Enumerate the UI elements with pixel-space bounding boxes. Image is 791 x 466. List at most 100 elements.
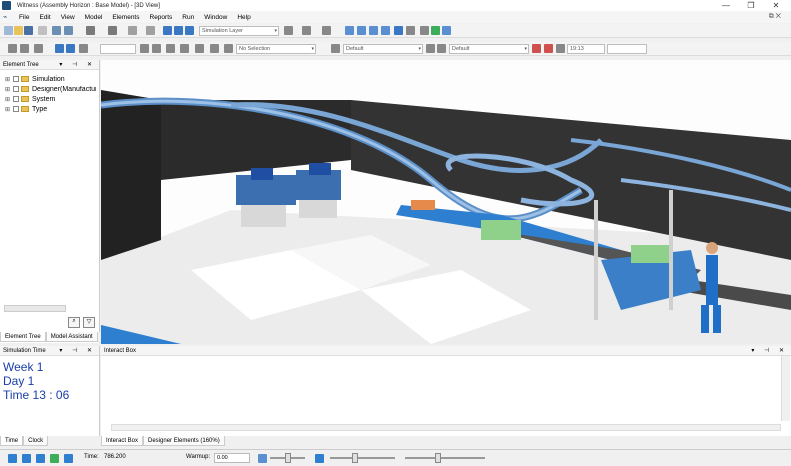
replace-icon[interactable] xyxy=(210,44,219,53)
menu-file[interactable]: File xyxy=(14,14,34,21)
group-icon[interactable] xyxy=(34,44,43,53)
zoom-fit-icon[interactable] xyxy=(369,26,378,35)
layer-select[interactable]: Simulation Layer ▾ xyxy=(199,26,279,36)
menu-help[interactable]: Help xyxy=(232,14,255,21)
panel-controls[interactable]: ▾ ⊣ ✕ xyxy=(751,346,788,356)
link-icon[interactable] xyxy=(180,44,189,53)
warmup-icon[interactable] xyxy=(258,454,267,463)
step-icon[interactable] xyxy=(36,454,45,463)
pen-icon[interactable] xyxy=(331,44,340,53)
fill-color-icon[interactable] xyxy=(146,26,155,35)
menu-run[interactable]: Run xyxy=(177,14,199,21)
run-icon[interactable] xyxy=(50,454,59,463)
copy-view-icon[interactable] xyxy=(420,26,429,35)
element-name-field[interactable] xyxy=(100,44,136,54)
text-color-icon[interactable] xyxy=(108,26,117,35)
forward-icon[interactable] xyxy=(140,44,149,53)
undo-icon[interactable] xyxy=(52,26,61,35)
arrange-icon[interactable] xyxy=(166,44,175,53)
font-icon[interactable] xyxy=(86,26,95,35)
statistics-icon[interactable] xyxy=(442,26,451,35)
lock-icon[interactable] xyxy=(284,26,293,35)
expand-icon[interactable]: ⊞ xyxy=(5,76,11,83)
find-icon[interactable] xyxy=(195,44,204,53)
reset-icon[interactable] xyxy=(8,454,17,463)
pin-icon[interactable]: ⊣ xyxy=(72,62,81,68)
cut-icon[interactable] xyxy=(38,26,47,35)
tab-designer-elements[interactable]: Designer Elements (160%) xyxy=(143,436,225,446)
menu-model[interactable]: Model xyxy=(80,14,108,21)
interact-box-content[interactable] xyxy=(101,356,781,421)
view-options-icon[interactable] xyxy=(406,26,415,35)
panel-controls[interactable]: ▾ ⊣ ✕ xyxy=(59,346,96,356)
layer-icon[interactable] xyxy=(163,26,172,35)
view-3d-icon[interactable] xyxy=(394,26,403,35)
new-icon[interactable] xyxy=(4,26,13,35)
close-panel-icon[interactable]: ✕ xyxy=(87,62,96,68)
tools-icon[interactable] xyxy=(224,44,233,53)
tree-item-simulation[interactable]: ⊞ Simulation xyxy=(0,74,99,84)
clock-icon[interactable] xyxy=(556,44,565,53)
tree-checkbox[interactable] xyxy=(13,106,19,112)
filter-icon[interactable]: ▽ xyxy=(83,317,95,328)
zoom-slider-track[interactable] xyxy=(405,457,485,459)
display-alt-icon[interactable] xyxy=(66,44,75,53)
minimize-button[interactable]: — xyxy=(715,0,737,11)
line-color-icon[interactable] xyxy=(128,26,137,35)
menu-reports[interactable]: Reports xyxy=(145,14,178,21)
walk-icon[interactable] xyxy=(315,454,324,463)
snap-icon[interactable] xyxy=(185,26,194,35)
value-field[interactable] xyxy=(607,44,647,54)
angle-icon[interactable] xyxy=(532,44,541,53)
fast-forward-icon[interactable] xyxy=(64,454,73,463)
rotate-left-icon[interactable] xyxy=(426,44,435,53)
tab-interact-box[interactable]: Interact Box xyxy=(101,436,144,446)
move-icon[interactable] xyxy=(20,44,29,53)
animation-slider-track[interactable] xyxy=(330,457,395,459)
home-icon[interactable] xyxy=(8,44,17,53)
display-icon[interactable] xyxy=(55,44,64,53)
zoom-in-icon[interactable] xyxy=(345,26,354,35)
menu-view[interactable]: View xyxy=(56,14,80,21)
tab-clock[interactable]: Clock xyxy=(23,436,49,446)
distribute-icon[interactable] xyxy=(322,26,331,35)
report-icon[interactable] xyxy=(431,26,440,35)
tree-search-icon[interactable]: ⌕ xyxy=(68,317,80,328)
expand-icon[interactable]: ⊞ xyxy=(5,106,11,113)
tree-item-type[interactable]: ⊞ Type xyxy=(0,104,99,114)
app-menu-icon[interactable]: ⌁ xyxy=(0,13,14,21)
open-icon[interactable] xyxy=(14,26,23,35)
time-field[interactable]: 19:13 xyxy=(567,44,605,54)
style-select-1[interactable]: Default ▾ xyxy=(343,44,423,54)
redo-icon[interactable] xyxy=(64,26,73,35)
zoom-out-icon[interactable] xyxy=(357,26,366,35)
vertical-scrollbar[interactable] xyxy=(781,356,790,421)
horizontal-scrollbar[interactable] xyxy=(4,305,66,312)
menu-edit[interactable]: Edit xyxy=(34,14,55,21)
grid-icon[interactable] xyxy=(174,26,183,35)
sort-icon[interactable] xyxy=(79,44,88,53)
menu-window[interactable]: Window xyxy=(199,14,232,21)
speed-slider-thumb[interactable] xyxy=(285,453,291,463)
expand-icon[interactable]: ⊞ xyxy=(5,96,11,103)
zoom-window-icon[interactable] xyxy=(381,26,390,35)
mdi-restore-icon[interactable]: ⧉ ✕ xyxy=(769,13,781,21)
expand-icon[interactable]: ⊞ xyxy=(5,86,11,93)
warmup-field[interactable]: 0.00 xyxy=(214,453,250,463)
tree-item-designer[interactable]: ⊞ Designer(Manufacturing) xyxy=(0,84,99,94)
rotate-right-icon[interactable] xyxy=(437,44,446,53)
factory-scene[interactable] xyxy=(101,60,791,344)
save-icon[interactable] xyxy=(24,26,33,35)
tab-time[interactable]: Time xyxy=(0,436,24,446)
style-select-2[interactable]: Default ▾ xyxy=(449,44,529,54)
tree-item-system[interactable]: ⊞ System xyxy=(0,94,99,104)
align-icon[interactable] xyxy=(302,26,311,35)
tab-element-tree[interactable]: Element Tree xyxy=(0,332,46,342)
tab-model-assistant[interactable]: Model Assistant xyxy=(45,332,98,342)
animation-slider-thumb[interactable] xyxy=(352,453,358,463)
zoom-slider-thumb[interactable] xyxy=(435,453,441,463)
horizontal-scrollbar[interactable] xyxy=(111,424,781,431)
stop-icon[interactable] xyxy=(22,454,31,463)
selection-select[interactable]: No Selection ▾ xyxy=(236,44,316,54)
menu-elements[interactable]: Elements xyxy=(107,14,144,21)
